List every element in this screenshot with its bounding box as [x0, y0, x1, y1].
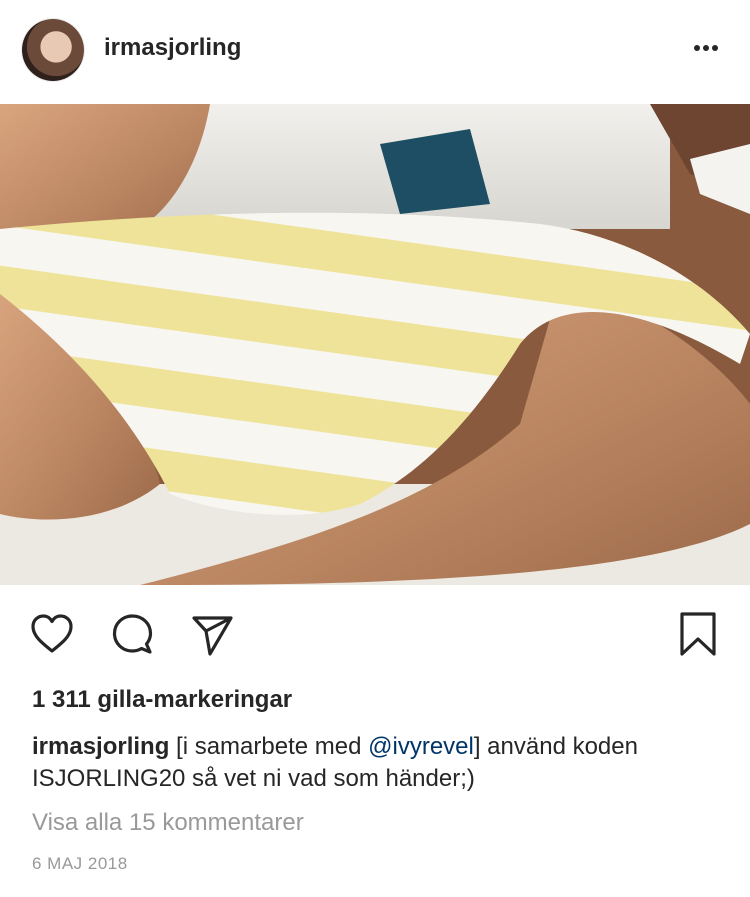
heart-icon[interactable]	[28, 610, 76, 658]
post-username[interactable]: irmasjorling	[104, 34, 241, 62]
more-options-icon[interactable]	[686, 28, 726, 68]
user-avatar[interactable]	[22, 19, 84, 81]
paper-plane-icon[interactable]	[188, 610, 236, 658]
caption-text-before: [i samarbete med	[169, 733, 369, 760]
bookmark-icon[interactable]	[674, 610, 722, 658]
post-image[interactable]	[0, 104, 750, 585]
action-bar	[0, 598, 750, 668]
post-header: irmasjorling	[0, 0, 750, 104]
caption-mention[interactable]: @ivyrevel	[368, 733, 474, 760]
comment-icon[interactable]	[108, 610, 156, 658]
likes-count[interactable]: 1 311 gilla-markeringar	[32, 686, 292, 714]
view-comments-link[interactable]: Visa alla 15 kommentarer	[32, 809, 304, 837]
caption-username[interactable]: irmasjorling	[32, 733, 169, 760]
post-caption: irmasjorling [i samarbete med @ivyrevel]…	[32, 731, 722, 795]
post-photo-illustration	[0, 104, 750, 585]
post-date: 6 MAJ 2018	[32, 854, 128, 873]
